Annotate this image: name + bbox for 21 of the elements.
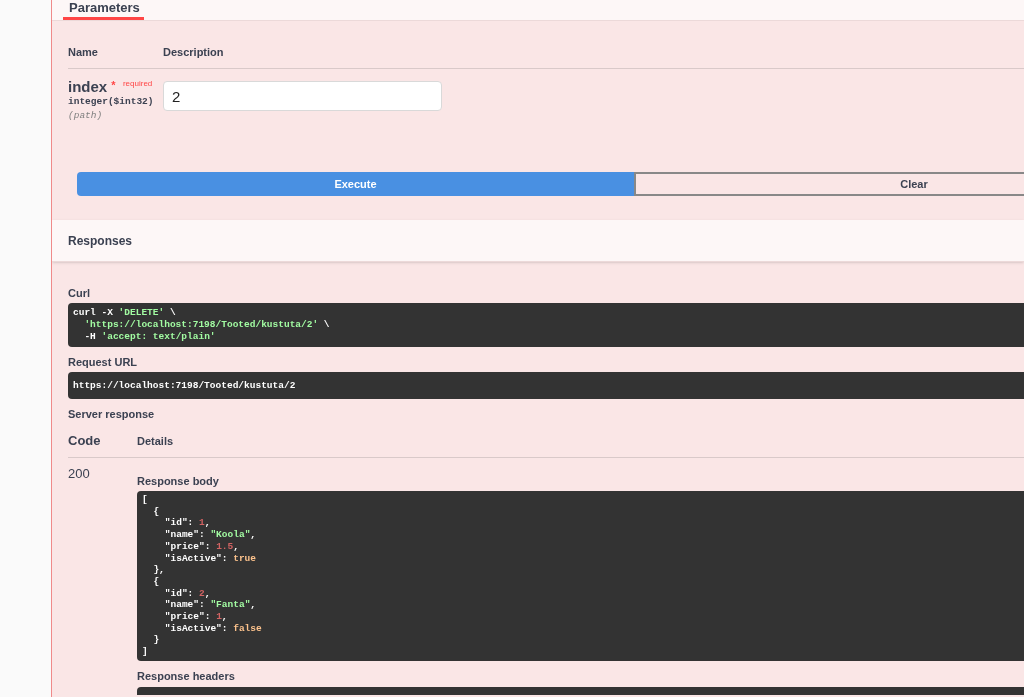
curl-code-block: curl -X 'DELETE' \ 'https://localhost:7198/Tooted/kustuta/2' \ -H 'accept: text/plain' <box>68 303 1024 347</box>
field-label: Response headers <box>137 669 236 682</box>
column-header: Description <box>163 46 224 58</box>
column-header: Code <box>68 432 102 449</box>
parameter-input[interactable]: 2 <box>163 81 442 111</box>
response-body-block: [ { "id": 1, "name": "Koola", "price": 1.5, "isActive": true }, { "id": 2, "name": "Fanta", "price": 1, "isActive": false } ] <box>137 491 1024 661</box>
parameter-location: (path) <box>68 109 104 123</box>
status-code: 200 <box>68 466 91 482</box>
section-title: Responses <box>68 232 133 250</box>
field-label: Response body <box>137 475 220 487</box>
request-url-block: https://localhost:7198/Tooted/kustuta/2 <box>68 372 1024 399</box>
parameters-tab[interactable]: Parameters <box>63 1 144 20</box>
parameter-type: integer($int32) <box>68 95 155 109</box>
field-label: Curl <box>68 287 91 299</box>
section-subtitle: Server response <box>68 408 156 420</box>
field-label: Request URL <box>68 356 139 368</box>
clear-button[interactable]: Clear <box>634 172 1024 196</box>
column-header: Details <box>137 434 174 447</box>
column-header: Name <box>68 46 99 58</box>
parameter-name: index <box>68 79 108 95</box>
required-indicator: * required <box>111 79 153 90</box>
